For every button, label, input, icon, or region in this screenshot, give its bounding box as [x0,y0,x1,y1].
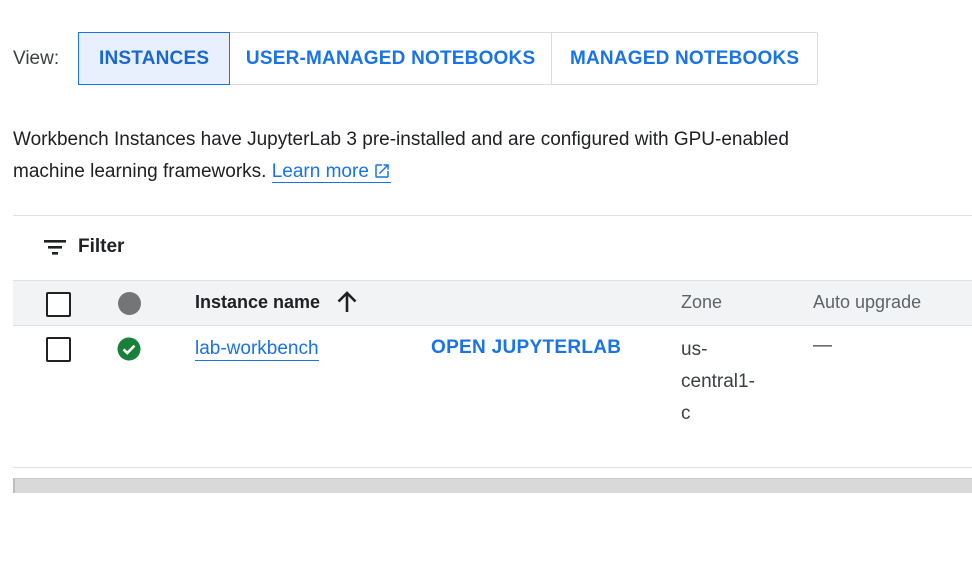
status-indicator-icon [118,292,141,315]
view-label: View: [13,47,60,69]
column-header-instance-name[interactable]: Instance name [195,292,320,313]
open-in-new-icon [375,164,389,178]
description: Workbench Instances have JupyterLab 3 pr… [13,124,803,188]
check-circle-icon [117,337,141,361]
zone-line: central1- [681,371,755,392]
select-all-checkbox[interactable] [46,292,71,317]
horizontal-scrollbar[interactable] [13,478,972,493]
view-tabs: INSTANCES USER-MANAGED NOTEBOOKS MANAGED… [78,32,819,85]
row-checkbox[interactable] [46,337,71,362]
open-jupyterlab-button[interactable]: OPEN JUPYTERLAB [431,337,621,359]
zone-line: us- [681,339,708,360]
filter-button[interactable]: Filter [44,232,124,262]
view-selector: View: INSTANCES USER-MANAGED NOTEBOOKS M… [13,32,819,85]
tab-instances[interactable]: INSTANCES [78,32,231,85]
instance-name-link[interactable]: lab-workbench [195,337,319,361]
arrow-upward-icon[interactable] [336,290,358,314]
learn-more-label: Learn more [271,161,369,182]
zone-cell: us- central1- c [681,334,771,430]
tab-managed-notebooks[interactable]: MANAGED NOTEBOOKS [552,33,818,84]
column-header-zone[interactable]: Zone [681,292,722,313]
filter-label: Filter [78,236,125,257]
divider [13,215,972,216]
auto-upgrade-cell: — [813,335,832,356]
tab-user-managed-notebooks[interactable]: USER-MANAGED NOTEBOOKS [230,33,553,84]
description-text: Workbench Instances have JupyterLab 3 pr… [13,129,789,182]
column-header-auto-upgrade[interactable]: Auto upgrade [813,292,921,313]
zone-line: c [681,403,691,424]
filter-list-icon [44,240,66,255]
learn-more-link[interactable]: Learn more [271,161,391,183]
